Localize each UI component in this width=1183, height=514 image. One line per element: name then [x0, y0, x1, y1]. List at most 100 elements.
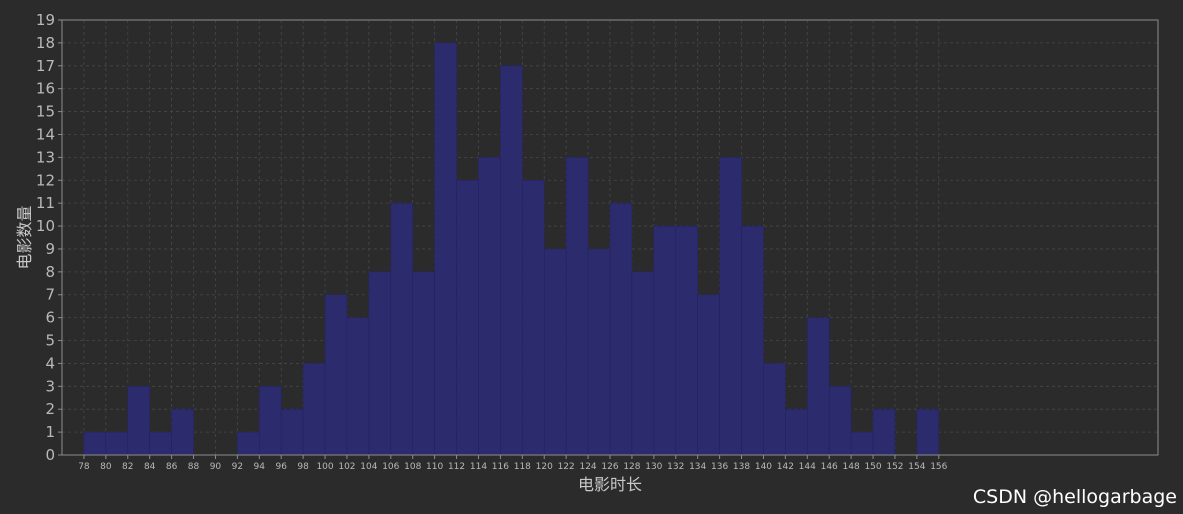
- histogram-bar: [105, 431, 129, 456]
- y-tick-label: 10: [36, 217, 55, 235]
- y-tick-label: 12: [36, 171, 55, 189]
- y-tick-label: 18: [36, 34, 55, 52]
- x-tick-label: 142: [777, 462, 794, 472]
- histogram-bar: [390, 202, 413, 456]
- histogram-bar: [259, 386, 282, 456]
- x-tick-label: 156: [930, 462, 947, 472]
- x-tick-label: 120: [536, 462, 553, 472]
- x-tick-label: 116: [492, 462, 509, 472]
- x-tick-label: 122: [558, 462, 575, 472]
- y-tick-label: 14: [36, 125, 55, 143]
- x-axis-ticks: 78 80 82 84 86 88 90 92 94 96 98 100 102 104 106 108 110…: [78, 455, 948, 472]
- x-tick-label: 126: [601, 462, 618, 472]
- histogram-chart: 0 1 2 3 4 5 6 7 8 9 10 11 12 13 14 15 16 17 18 19 78 80 82 84 8…: [0, 0, 1183, 514]
- histogram-bar: [346, 317, 370, 456]
- x-tick-label: 140: [755, 462, 772, 472]
- x-tick-label: 82: [122, 462, 133, 472]
- y-tick-label: 11: [36, 194, 55, 212]
- x-tick-label: 92: [232, 462, 243, 472]
- histogram-bar: [719, 157, 742, 456]
- x-tick-label: 124: [579, 462, 596, 472]
- x-tick-label: 150: [864, 462, 881, 472]
- x-tick-label: 110: [426, 462, 443, 472]
- y-axis-ticks: 012345678910111213141516171819: [36, 11, 62, 464]
- histogram-bar: [368, 271, 392, 456]
- y-tick-label: 19: [36, 11, 55, 29]
- y-tick-label: 0: [45, 446, 55, 464]
- y-tick-label: 13: [36, 148, 55, 166]
- x-tick-label: 136: [711, 462, 728, 472]
- x-tick-label: 114: [470, 462, 487, 472]
- y-tick-label: 2: [45, 400, 55, 418]
- x-tick-label: 90: [210, 462, 222, 472]
- watermark: CSDN @hellogarbage: [972, 486, 1177, 508]
- y-tick-label: 9: [45, 240, 55, 258]
- histogram-bar: [83, 431, 107, 456]
- x-tick-label: 84: [144, 462, 156, 472]
- x-tick-label: 96: [275, 462, 287, 472]
- histogram-bar: [785, 408, 808, 456]
- histogram-bar: [237, 431, 260, 456]
- histogram-bar: [149, 431, 172, 456]
- x-tick-label: 154: [908, 462, 925, 472]
- y-tick-label: 4: [45, 354, 55, 372]
- y-tick-label: 7: [45, 286, 55, 304]
- y-tick-label: 6: [45, 309, 55, 327]
- x-tick-label: 112: [448, 462, 465, 472]
- x-tick-label: 134: [689, 462, 706, 472]
- x-tick-label: 100: [316, 462, 333, 472]
- histogram-bar: [434, 42, 457, 456]
- x-tick-label: 118: [514, 462, 531, 472]
- x-tick-label: 132: [667, 462, 684, 472]
- x-axis-title: 电影时长: [578, 475, 642, 494]
- x-tick-label: 130: [645, 462, 662, 472]
- x-tick-label: 108: [404, 462, 421, 472]
- histogram-bar: [653, 225, 677, 456]
- histogram-bar: [478, 157, 501, 456]
- histogram-bar: [609, 202, 633, 456]
- x-tick-label: 102: [338, 462, 355, 472]
- y-tick-label: 3: [45, 377, 55, 395]
- chart-canvas: 012345678910111213141516171819 78 80 82 84 8…: [15, 11, 1159, 494]
- histogram-bar: [171, 408, 194, 456]
- x-tick-label: 88: [188, 462, 200, 472]
- histogram-bar: [763, 363, 786, 456]
- y-tick-label: 16: [36, 80, 55, 98]
- x-tick-label: 152: [886, 462, 903, 472]
- histogram-bar: [828, 386, 852, 456]
- x-tick-label: 86: [166, 462, 178, 472]
- histogram-bar: [412, 271, 435, 456]
- histogram-bar: [587, 248, 611, 456]
- x-tick-label: 106: [382, 462, 399, 472]
- y-tick-label: 1: [45, 423, 55, 441]
- histogram-bar: [697, 294, 720, 456]
- x-tick-label: 104: [360, 462, 377, 472]
- histogram-bar: [543, 248, 567, 456]
- y-tick-label: 8: [45, 263, 55, 281]
- x-tick-label: 138: [733, 462, 750, 472]
- x-tick-label: 146: [821, 462, 838, 472]
- histogram-bar: [675, 225, 698, 456]
- histogram-bar: [565, 157, 589, 456]
- x-tick-label: 80: [100, 462, 112, 472]
- y-axis-title: 电影数量: [15, 205, 34, 269]
- histogram-bar: [324, 294, 348, 456]
- histogram-bar: [631, 271, 655, 456]
- histogram-bar: [741, 225, 764, 456]
- x-tick-label: 94: [254, 462, 266, 472]
- histogram-bar: [302, 363, 326, 456]
- x-tick-label: 128: [623, 462, 640, 472]
- y-tick-label: 15: [36, 103, 55, 121]
- histogram-bar: [916, 408, 940, 456]
- y-tick-label: 5: [45, 332, 55, 350]
- histogram-bar: [850, 431, 874, 456]
- histogram-bar: [807, 317, 830, 456]
- histogram-bar: [127, 386, 150, 456]
- y-tick-label: 17: [36, 57, 55, 75]
- histogram-bar: [456, 180, 479, 456]
- histogram-bar: [522, 180, 545, 456]
- x-tick-label: 78: [78, 462, 90, 472]
- x-tick-label: 98: [297, 462, 309, 472]
- histogram-bar: [500, 65, 523, 456]
- histogram-bar: [280, 408, 304, 456]
